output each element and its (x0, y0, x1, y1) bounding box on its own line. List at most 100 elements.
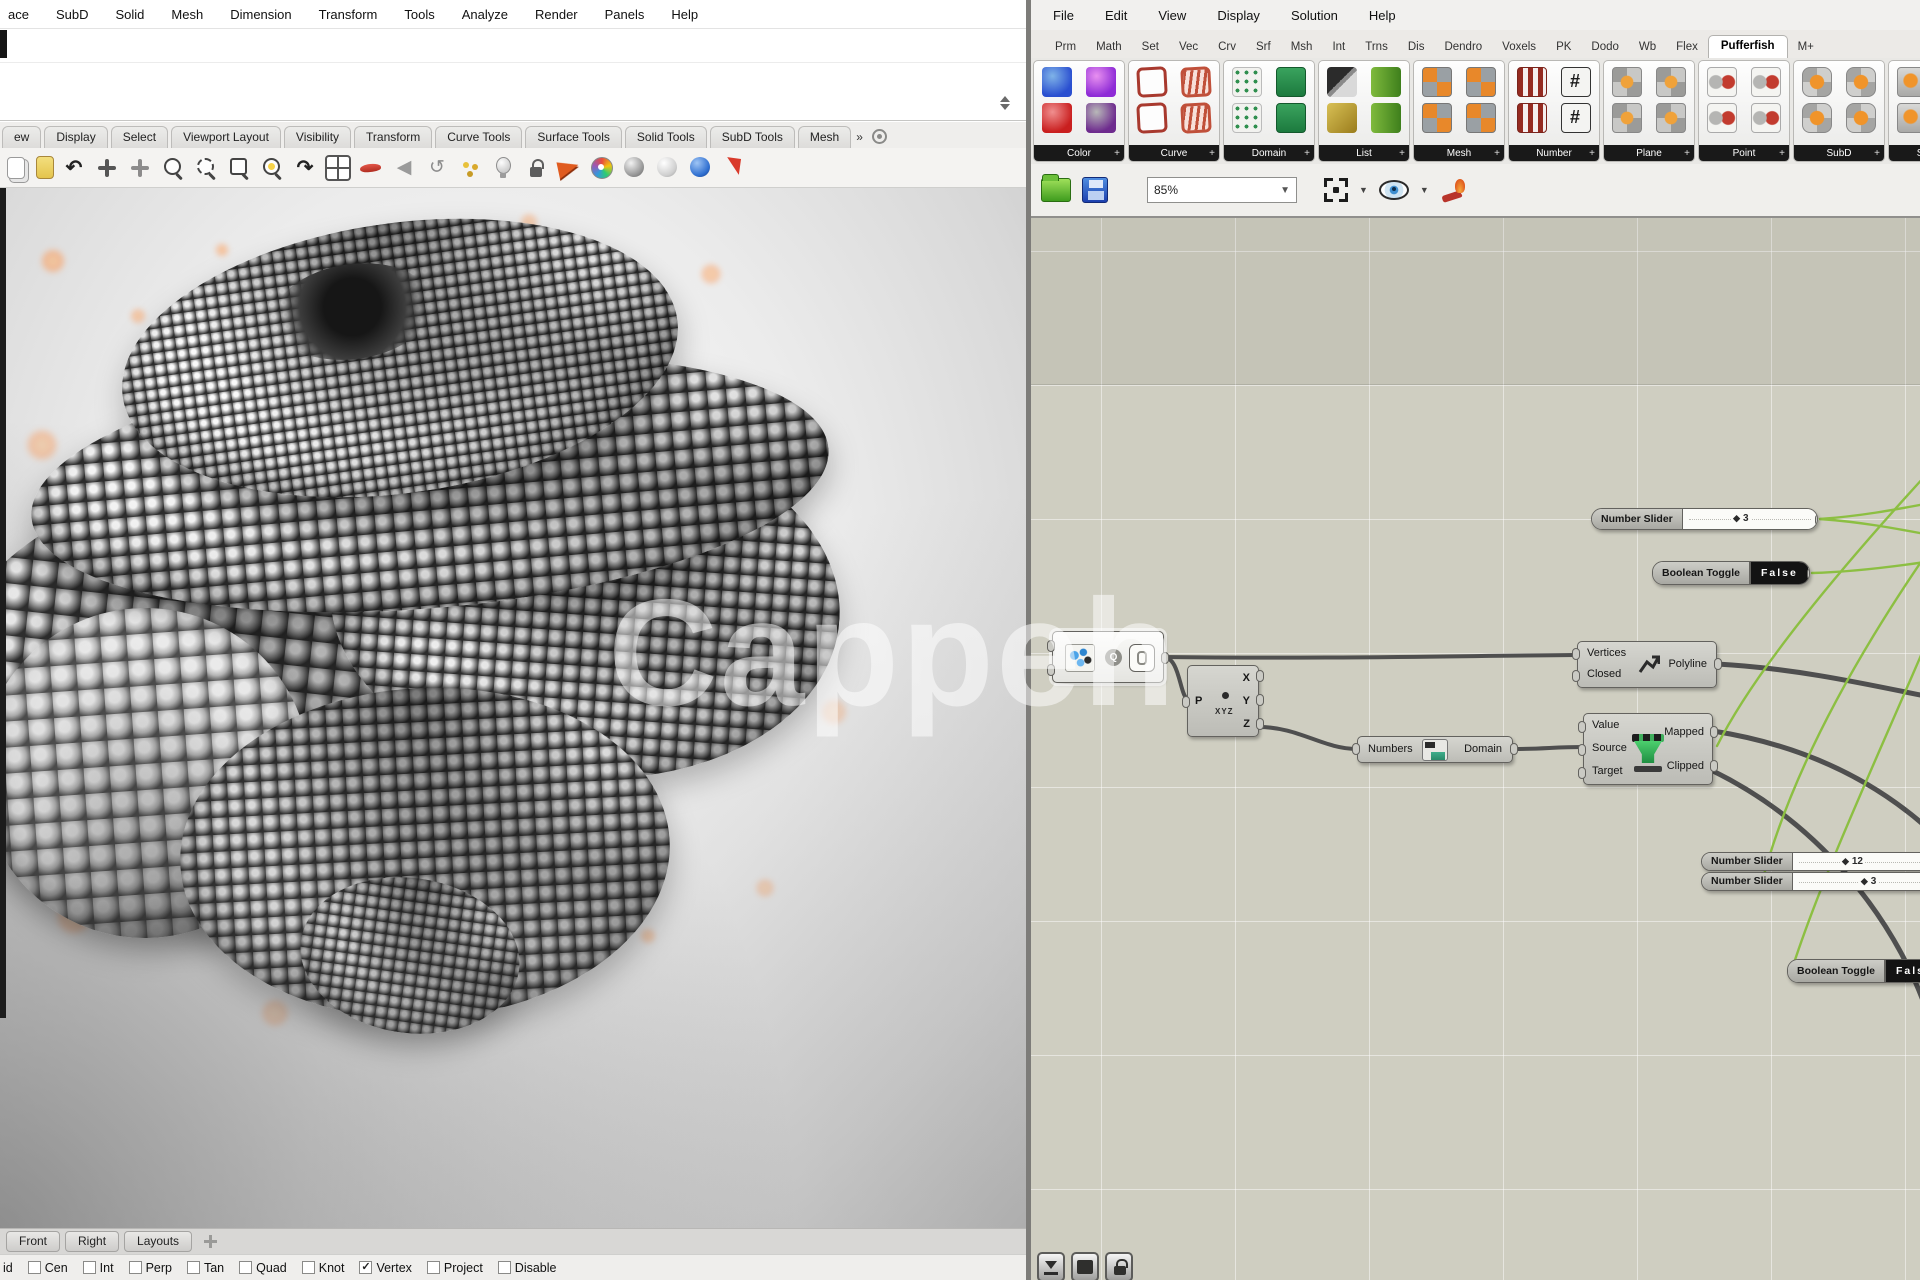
vertices-input-port[interactable] (1572, 648, 1580, 660)
menu-panels[interactable]: Panels (605, 7, 645, 22)
ghosted-display-icon[interactable] (622, 155, 648, 181)
knot-checkbox[interactable] (302, 1261, 315, 1274)
point-construct-icon[interactable] (1707, 67, 1737, 97)
number-range-icon[interactable] (1517, 67, 1547, 97)
output-z-port[interactable] (1256, 718, 1264, 730)
source-input-port[interactable] (1578, 744, 1586, 756)
slider-grip[interactable]: ◆ 12 (1840, 856, 1865, 867)
int-checkbox[interactable] (83, 1261, 96, 1274)
zoom-extents-dropdown-icon[interactable]: ▼ (1359, 185, 1368, 195)
gh-tab-crv[interactable]: Crv (1208, 37, 1246, 58)
tab-solid-tools[interactable]: Solid Tools (625, 126, 707, 148)
osnap-vertex[interactable]: Vertex (359, 1261, 411, 1275)
color-group-expand[interactable]: + (1114, 148, 1120, 159)
viewport-grid-icon[interactable] (325, 155, 351, 181)
hide-icon[interactable] (358, 155, 384, 181)
project-checkbox[interactable] (427, 1261, 440, 1274)
gh-tab-wb[interactable]: Wb (1629, 37, 1666, 58)
menu-subd[interactable]: SubD (56, 7, 89, 22)
slider-track[interactable]: ◆ 3 (1793, 873, 1920, 890)
number-count-icon[interactable] (1561, 103, 1591, 133)
slider-grip[interactable]: ◆ 3 (1731, 513, 1750, 524)
subd-faces-icon[interactable] (1846, 103, 1876, 133)
copy-icon[interactable] (7, 157, 25, 179)
cen-checkbox[interactable] (28, 1261, 41, 1274)
polyline-output-port[interactable] (1714, 658, 1722, 670)
param-input-port-b[interactable] (1047, 664, 1055, 676)
deconstruct-node[interactable]: P X Y Z (1187, 665, 1259, 737)
move-icon[interactable] (127, 155, 153, 181)
tan-checkbox[interactable] (187, 1261, 200, 1274)
viewport-widget-icon[interactable] (1071, 1252, 1099, 1280)
menu-tools[interactable]: Tools (404, 7, 434, 22)
surface-sweep-icon[interactable] (1897, 103, 1920, 133)
download-widget-icon[interactable] (1037, 1252, 1065, 1280)
boolean-toggle-node-bottom[interactable]: Boolean Toggle False (1787, 959, 1920, 983)
spin-down-icon[interactable] (1000, 104, 1010, 110)
tab-display[interactable]: Display (44, 126, 107, 148)
slider-track[interactable]: ◆ 3 (1683, 509, 1817, 529)
gradient-icon[interactable] (1042, 67, 1072, 97)
gh-tab-more[interactable]: M+ (1788, 37, 1824, 58)
mapped-output-port[interactable] (1710, 726, 1718, 738)
number-random-icon[interactable] (1517, 103, 1547, 133)
pan-icon[interactable] (94, 155, 120, 181)
param-output-port[interactable] (1161, 652, 1169, 664)
point-group-expand[interactable]: + (1779, 148, 1785, 159)
param-input-port-a[interactable] (1047, 640, 1055, 652)
osnap-tan[interactable]: Tan (187, 1261, 224, 1275)
group-icon[interactable] (457, 155, 483, 181)
slider-track[interactable]: ◆ 12 (1793, 853, 1920, 870)
menu-analyze[interactable]: Analyze (462, 7, 508, 22)
gh-tab-voxels[interactable]: Voxels (1492, 37, 1546, 58)
zoom-selected-icon[interactable] (259, 155, 285, 181)
curve-frames-icon[interactable] (1136, 66, 1168, 98)
lock-widget-icon[interactable] (1105, 1252, 1133, 1280)
undo-icon[interactable]: ↶ (61, 155, 87, 181)
target-input-port[interactable] (1578, 767, 1586, 779)
xray-display-icon[interactable] (655, 155, 681, 181)
subd-fuse-icon[interactable] (1846, 67, 1876, 97)
curve-offset-icon[interactable] (1180, 66, 1212, 98)
osnap-project[interactable]: Project (427, 1261, 483, 1275)
deconstruct-input-port[interactable] (1182, 696, 1190, 708)
tab-surface-tools[interactable]: Surface Tools (525, 126, 622, 148)
menu-dimension[interactable]: Dimension (230, 7, 291, 22)
domain-divide-icon[interactable] (1232, 103, 1262, 133)
color-wheel-icon[interactable] (589, 155, 615, 181)
new-viewport-tab-icon[interactable] (203, 1234, 218, 1249)
menu-help[interactable]: Help (671, 7, 698, 22)
zoom-icon[interactable] (160, 155, 186, 181)
command-area[interactable] (0, 28, 1026, 121)
output-x-port[interactable] (1256, 670, 1264, 682)
viewport-tab-layouts[interactable]: Layouts (124, 1231, 192, 1252)
open-file-icon[interactable] (1041, 178, 1071, 202)
osnap-cen[interactable]: Cen (28, 1261, 68, 1275)
toggle-value[interactable]: False (1885, 960, 1920, 982)
menu-mesh[interactable]: Mesh (171, 7, 203, 22)
menu-surface[interactable]: ace (8, 7, 29, 22)
polyline-node[interactable]: Vertices Closed Polyline (1577, 641, 1717, 688)
zoom-window-icon[interactable] (226, 155, 252, 181)
list-shift-icon[interactable] (1371, 103, 1401, 133)
output-y-port[interactable] (1256, 694, 1264, 706)
remap-node[interactable]: Value Source Target Mapped Clipped (1583, 713, 1713, 785)
colour-hsl-icon[interactable] (1086, 103, 1116, 133)
flag-icon[interactable] (721, 155, 747, 181)
domain-construct-icon[interactable] (1232, 67, 1262, 97)
gh-menu-view[interactable]: View (1158, 8, 1186, 23)
quad-checkbox[interactable] (239, 1261, 252, 1274)
menu-transform[interactable]: Transform (319, 7, 378, 22)
tab-mesh[interactable]: Mesh (798, 126, 851, 148)
closed-input-port[interactable] (1572, 670, 1580, 682)
disable-checkbox[interactable] (498, 1261, 511, 1274)
gh-menu-edit[interactable]: Edit (1105, 8, 1127, 23)
plane-rotate-icon[interactable] (1656, 103, 1686, 133)
rotate-view-icon[interactable]: ↺ (424, 155, 450, 181)
subd-from-mesh-icon[interactable] (1802, 67, 1832, 97)
number-slider-node-12[interactable]: Number Slider ◆ 12 (1701, 852, 1920, 871)
gh-tab-trns[interactable]: Trns (1355, 37, 1398, 58)
mesh-construct-icon[interactable] (1422, 67, 1452, 97)
tab-options-icon[interactable] (872, 129, 887, 144)
domain-node[interactable]: Numbers Domain (1357, 736, 1513, 763)
